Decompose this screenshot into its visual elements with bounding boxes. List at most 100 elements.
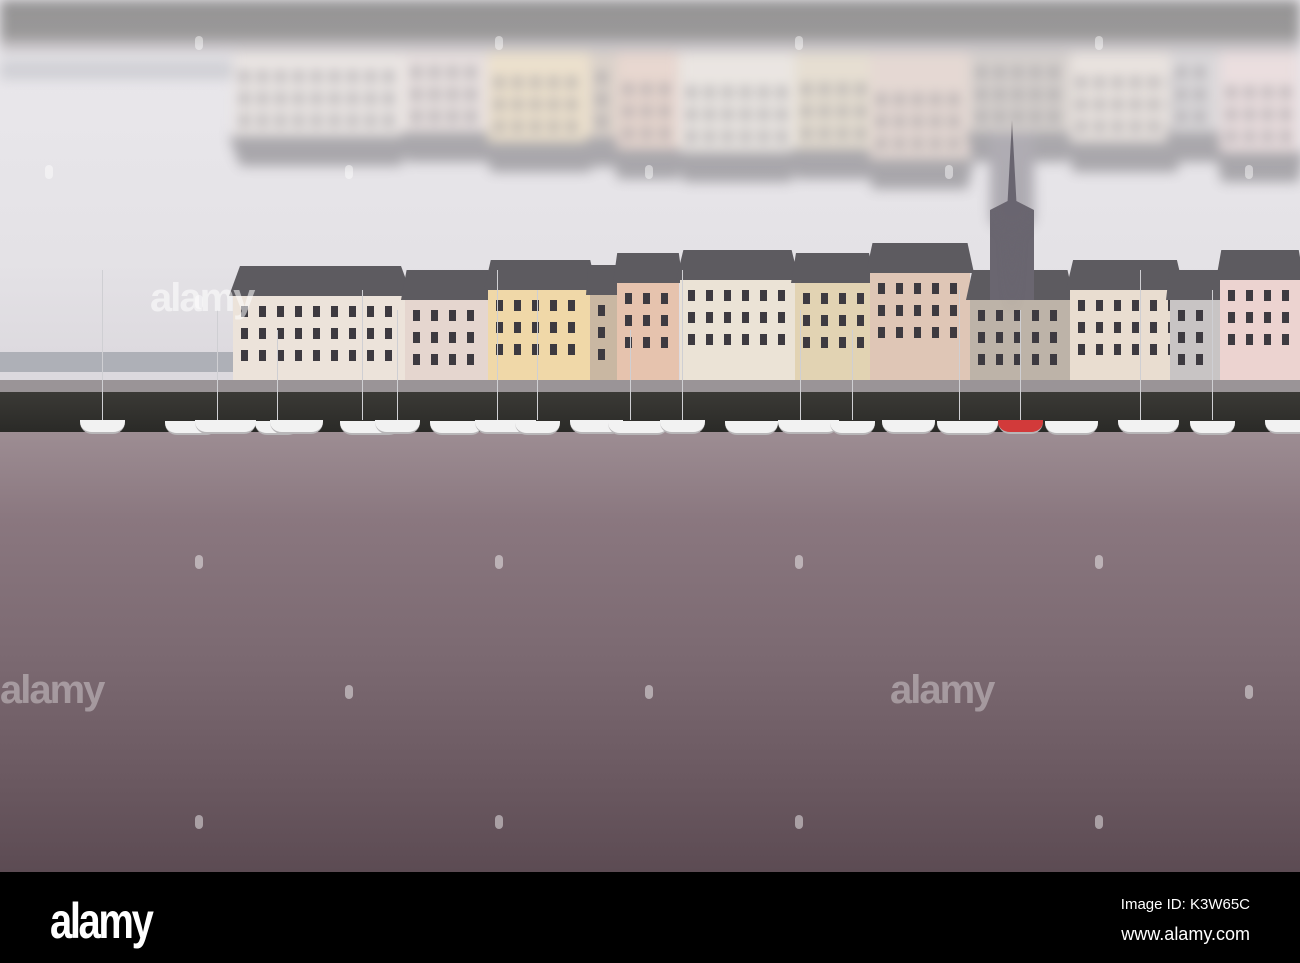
- building: [613, 253, 683, 390]
- harbor-photo: alamy alamy alamy: [0, 0, 1300, 872]
- watermark-dot: [345, 685, 353, 699]
- window: [1114, 121, 1121, 132]
- window: [550, 344, 557, 355]
- window: [496, 99, 503, 110]
- window: [742, 312, 749, 323]
- roof: [401, 270, 494, 300]
- window: [839, 106, 846, 117]
- window: [1078, 322, 1085, 333]
- window: [1150, 99, 1157, 110]
- window: [1282, 131, 1289, 142]
- window: [778, 87, 785, 98]
- window: [1096, 77, 1103, 88]
- window: [643, 128, 650, 139]
- window: [857, 337, 864, 348]
- window: [413, 111, 420, 122]
- window: [1132, 99, 1139, 110]
- window: [1032, 111, 1039, 122]
- window: [241, 115, 248, 126]
- window: [724, 290, 731, 301]
- window: [467, 332, 474, 343]
- building: [590, 42, 618, 137]
- window: [803, 128, 810, 139]
- window: [661, 128, 668, 139]
- window: [742, 290, 749, 301]
- window: [1168, 121, 1175, 132]
- building: [1066, 260, 1184, 390]
- window: [385, 93, 392, 104]
- window: [914, 305, 921, 316]
- window: [625, 293, 632, 304]
- boat: [80, 420, 125, 434]
- window: [1050, 310, 1057, 321]
- window: [413, 310, 420, 321]
- window: [1050, 89, 1057, 100]
- window: [413, 67, 420, 78]
- window: [661, 293, 668, 304]
- boat: [937, 421, 998, 435]
- building: [617, 42, 679, 149]
- window: [331, 115, 338, 126]
- boat: [830, 421, 875, 435]
- window: [367, 350, 374, 361]
- window: [821, 106, 828, 117]
- roof: [229, 266, 412, 296]
- window: [277, 71, 284, 82]
- window: [295, 306, 302, 317]
- window: [688, 290, 695, 301]
- window: [896, 283, 903, 294]
- window: [1078, 344, 1085, 355]
- window: [532, 99, 539, 110]
- window: [1050, 332, 1057, 343]
- window: [1050, 354, 1057, 365]
- watermark-dot: [45, 165, 53, 179]
- window: [625, 315, 632, 326]
- window: [367, 71, 374, 82]
- window: [1168, 322, 1175, 333]
- window: [1196, 89, 1203, 100]
- window: [778, 109, 785, 120]
- window: [821, 128, 828, 139]
- window: [449, 111, 456, 122]
- window: [724, 334, 731, 345]
- window: [1114, 99, 1121, 110]
- window: [313, 93, 320, 104]
- window: [914, 283, 921, 294]
- window: [742, 87, 749, 98]
- window: [514, 77, 521, 88]
- window: [295, 350, 302, 361]
- window: [950, 305, 957, 316]
- window: [331, 93, 338, 104]
- window: [1168, 300, 1175, 311]
- window: [367, 328, 374, 339]
- window: [241, 350, 248, 361]
- window: [331, 71, 338, 82]
- window: [914, 94, 921, 105]
- window: [431, 310, 438, 321]
- harbor-wall: [0, 0, 1300, 40]
- window: [643, 293, 650, 304]
- window: [367, 306, 374, 317]
- window: [598, 305, 605, 316]
- window: [1282, 334, 1289, 345]
- window: [550, 99, 557, 110]
- window: [661, 84, 668, 95]
- window: [1264, 290, 1271, 301]
- window: [496, 77, 503, 88]
- website-link[interactable]: www.alamy.com: [1121, 924, 1250, 945]
- window: [431, 67, 438, 78]
- window: [295, 328, 302, 339]
- mast: [959, 290, 960, 420]
- roof: [586, 137, 622, 167]
- window: [514, 300, 521, 311]
- window: [1014, 67, 1021, 78]
- building: [401, 270, 494, 390]
- alamy-logo[interactable]: alamy: [50, 892, 154, 950]
- window: [661, 337, 668, 348]
- window: [1078, 121, 1085, 132]
- watermark-dot: [195, 815, 203, 829]
- footer-bar: alamy Image ID: K3W65C www.alamy.com: [0, 872, 1300, 963]
- window: [1132, 322, 1139, 333]
- window: [742, 109, 749, 120]
- window: [803, 293, 810, 304]
